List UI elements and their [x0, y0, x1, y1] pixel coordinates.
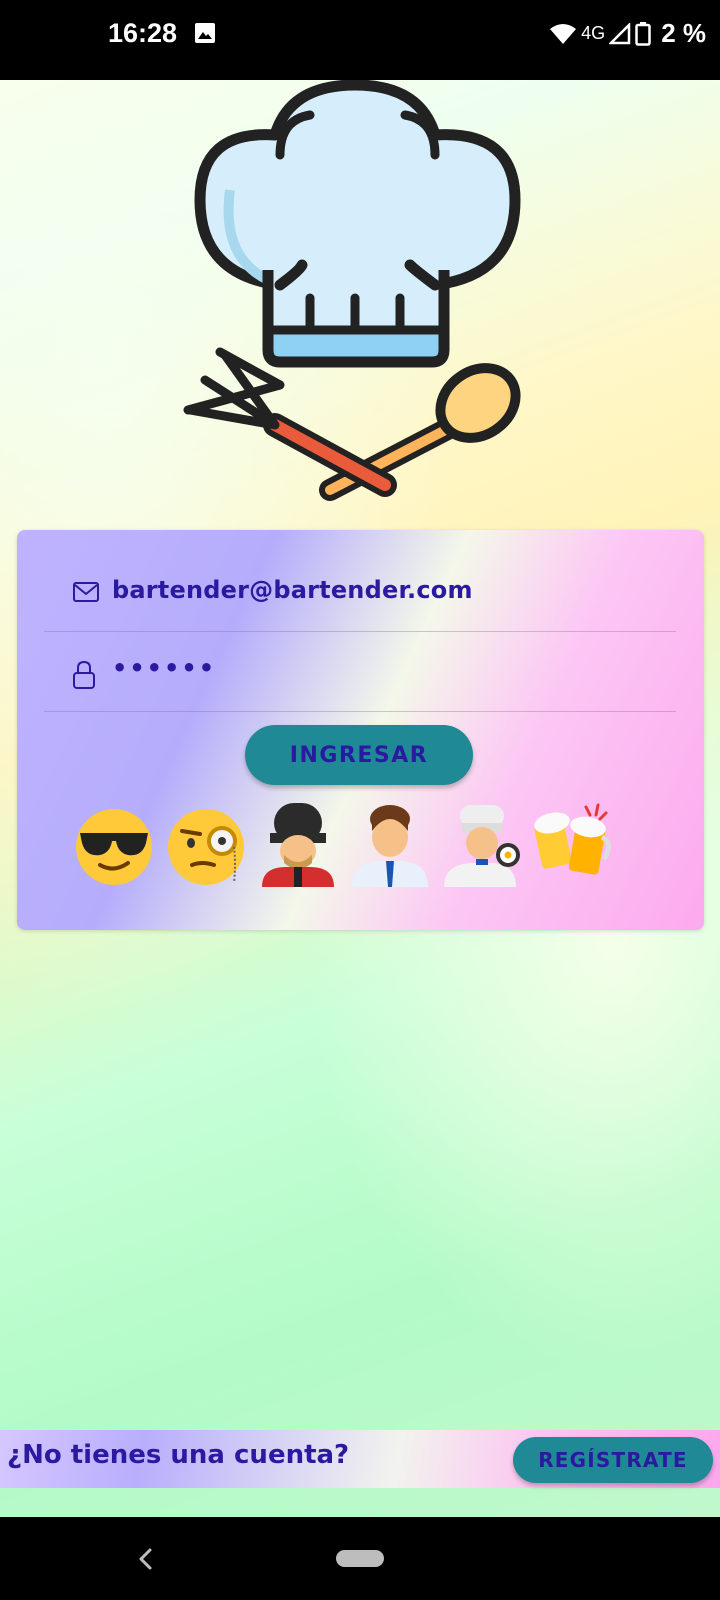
lock-icon: [73, 660, 95, 689]
image-icon: [195, 23, 215, 43]
login-button[interactable]: INGRESAR: [245, 725, 473, 785]
status-bar: 16:28 4G 2 %: [0, 0, 720, 80]
wifi-icon: [550, 23, 577, 44]
back-icon[interactable]: [136, 1547, 156, 1571]
register-bar: ¿No tienes una cuenta? REGÍSTRATE: [0, 1430, 720, 1488]
register-button[interactable]: REGÍSTRATE: [513, 1437, 713, 1483]
status-icons: 4G 2 %: [549, 18, 706, 49]
login-screen: bartender@bartender.com •••••• INGRESAR: [0, 80, 720, 1517]
password-value[interactable]: ••••••: [112, 654, 216, 682]
no-account-text: ¿No tienes una cuenta?: [7, 1440, 350, 1470]
email-value[interactable]: bartender@bartender.com: [112, 576, 473, 604]
chef-logo-icon: [183, 80, 521, 501]
sunglasses-face-icon: [76, 809, 152, 885]
battery-percent: 2 %: [661, 18, 706, 48]
clinking-beers-icon: [534, 803, 611, 875]
navigation-bar: [0, 1517, 720, 1600]
password-field[interactable]: ••••••: [44, 632, 676, 712]
status-time: 16:28: [108, 18, 178, 48]
email-field[interactable]: bartender@bartender.com: [44, 552, 676, 632]
guard-icon: [262, 803, 334, 887]
login-card: bartender@bartender.com •••••• INGRESAR: [17, 530, 704, 930]
office-worker-icon: [352, 805, 428, 887]
home-pill[interactable]: [336, 1550, 384, 1567]
emoji-row: [72, 800, 632, 890]
battery-icon: [635, 21, 651, 46]
signal-icon: [609, 22, 631, 44]
monocle-face-icon: [168, 809, 244, 885]
mail-icon: [73, 582, 99, 602]
cook-icon: [444, 805, 520, 887]
network-type: 4G: [581, 23, 606, 43]
